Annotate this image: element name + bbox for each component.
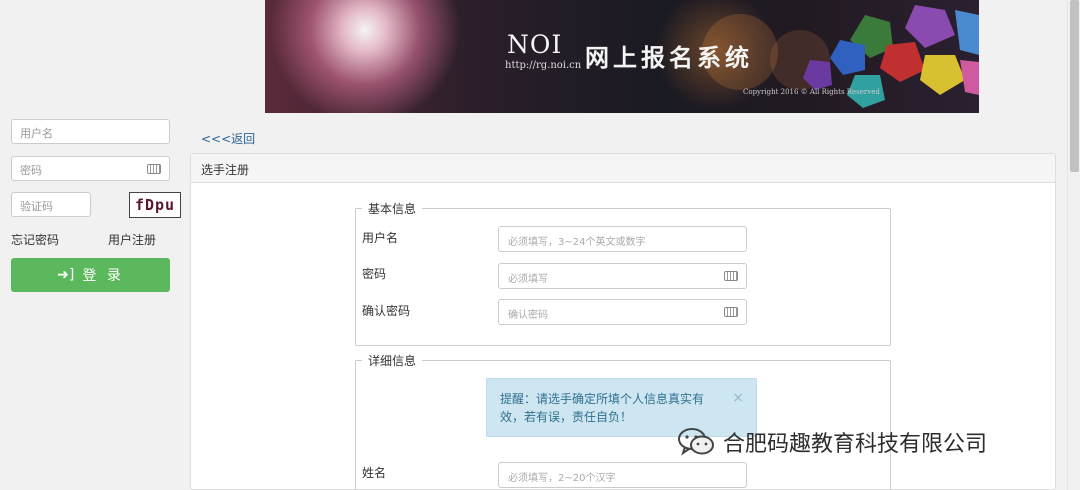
keyboard-icon[interactable] [147,164,161,174]
system-title: 网上报名系统 [585,43,753,72]
detail-info-legend: 详细信息 [368,354,417,368]
name-placeholder: 必须填写，2~20个汉字 [508,473,616,484]
register-link[interactable]: 用户注册 [108,231,156,248]
login-captcha-placeholder: 验证码 [20,200,53,213]
login-username-placeholder: 用户名 [20,127,53,140]
confirm-password-placeholder: 确认密码 [508,310,548,321]
page-scrollbar[interactable] [1067,0,1080,490]
password-placeholder: 必须填写 [508,274,548,285]
password-label: 密码 [362,267,387,281]
wechat-watermark: 合肥码趣教育科技有限公司 [677,425,987,459]
login-captcha-input[interactable]: 验证码 [11,192,91,217]
login-button[interactable]: ➜] 登 录 [11,258,170,292]
banner-copyright: Copyright 2016 © All Rights Reserved [743,88,880,96]
captcha-image[interactable]: fDpu [129,192,181,218]
toast-message: 提醒：请选手确定所填个人信息真实有效，若有误，责任自负！ [500,392,705,424]
keyboard-icon[interactable] [724,271,738,281]
noi-url: http://rg.noi.cn [505,60,582,71]
watermark-text: 合肥码趣教育科技有限公司 [723,432,988,457]
sign-in-icon: ➜] [57,267,75,283]
username-label: 用户名 [362,231,399,245]
password-input[interactable]: 必须填写 [498,263,747,289]
login-password-input[interactable]: 密码 [11,156,170,181]
panel-title: 选手注册 [191,154,1055,183]
scrollbar-thumb[interactable] [1070,0,1079,172]
login-button-label: 登 录 [82,268,124,284]
name-label: 姓名 [362,466,387,480]
close-icon[interactable]: × [732,389,744,407]
confirm-password-label: 确认密码 [362,304,411,318]
back-link[interactable]: <<<返回 [201,130,255,147]
keyboard-icon[interactable] [724,307,738,317]
login-password-placeholder: 密码 [20,164,42,177]
wechat-icon [678,428,714,456]
login-username-input[interactable]: 用户名 [11,119,170,144]
header-banner: NOI http://rg.noi.cn 网上报名系统 Copyright 20… [265,0,979,113]
basic-info-legend: 基本信息 [368,202,417,216]
noi-logo: NOI [507,30,563,59]
confirm-password-input[interactable]: 确认密码 [498,299,747,325]
username-placeholder: 必须填写，3~24个英文或数字 [508,237,646,248]
forgot-password-link[interactable]: 忘记密码 [11,231,59,248]
username-input[interactable]: 必须填写，3~24个英文或数字 [498,226,747,252]
name-input[interactable]: 必须填写，2~20个汉字 [498,462,747,488]
